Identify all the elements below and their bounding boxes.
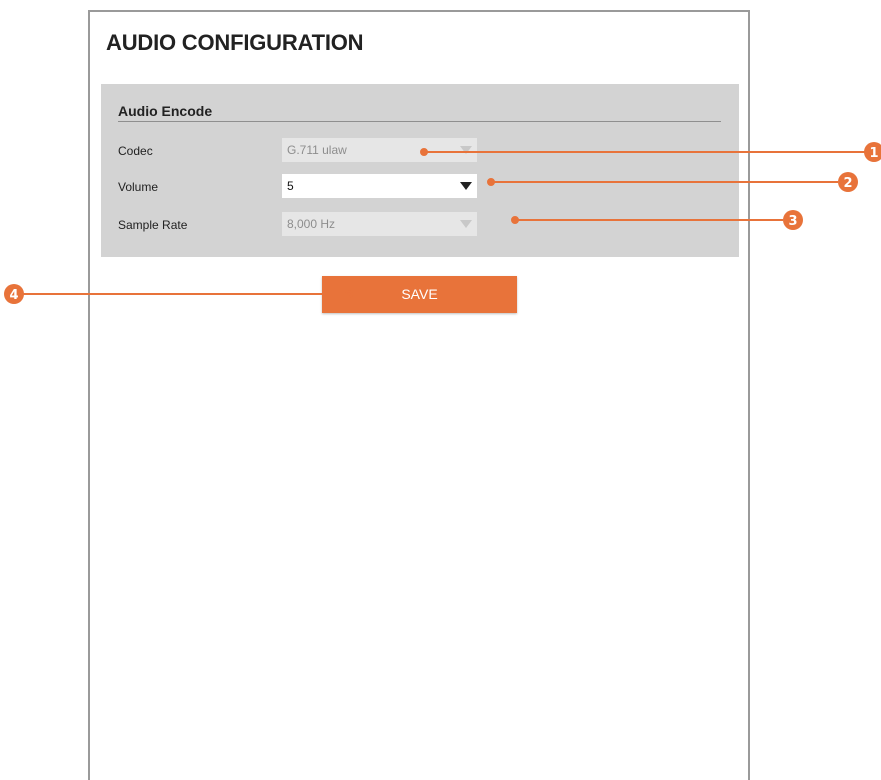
audio-config-screen: AUDIO CONFIGURATION Audio Encode Codec G… [0,0,881,780]
callout-badge-3: 3 [783,210,803,230]
callout-annotations: 1 2 3 4 [4,142,881,304]
callout-number-3: 3 [788,214,797,229]
callout-number-2: 2 [843,176,852,191]
callout-dot-1 [420,148,428,156]
callout-dot-2 [487,178,495,186]
callout-badge-1: 1 [864,142,881,162]
callout-badge-2: 2 [838,172,858,192]
callout-badge-4: 4 [4,284,24,304]
callout-number-1: 1 [869,146,878,161]
callout-number-4: 4 [9,288,18,303]
callout-dot-4 [345,290,353,298]
callout-dot-3 [511,216,519,224]
